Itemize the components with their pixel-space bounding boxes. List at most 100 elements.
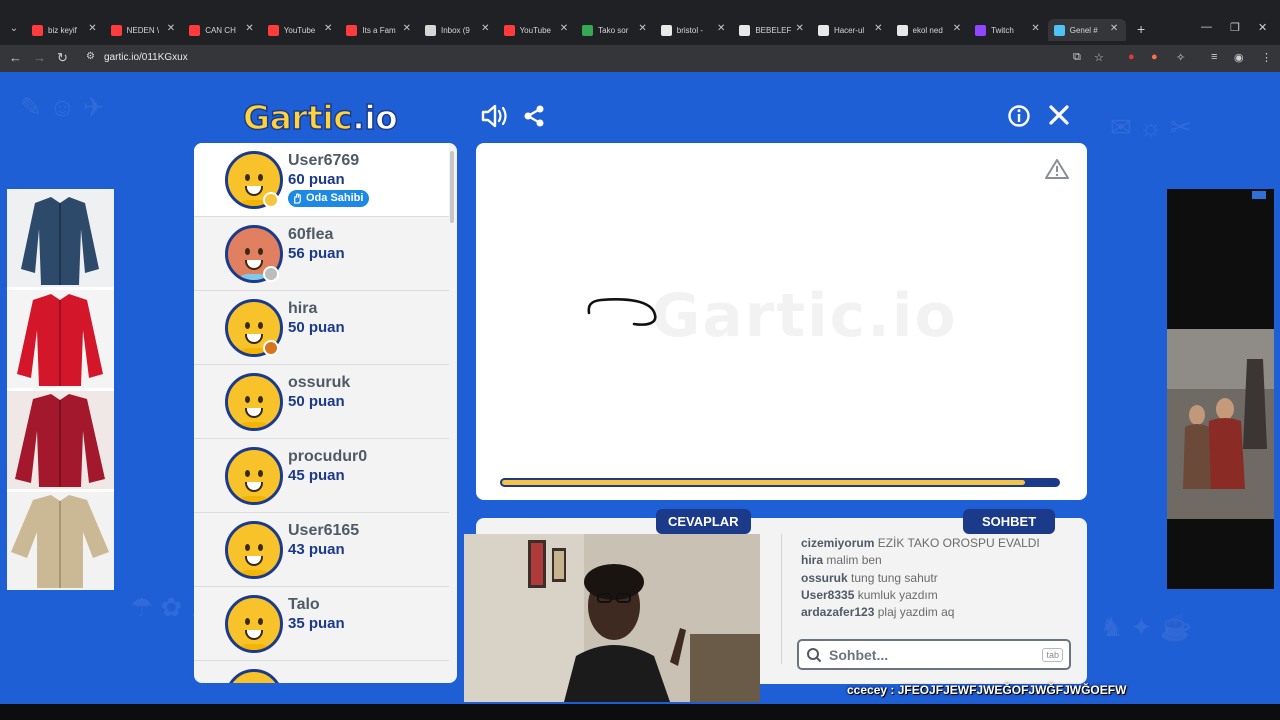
browser-tab[interactable]: Inbox (9 ✕: [419, 19, 498, 41]
minimize-icon[interactable]: —: [1201, 21, 1212, 33]
tab-title: Hacer-ul: [833, 25, 865, 35]
bookmark-star-icon[interactable]: ☆: [1094, 51, 1104, 64]
player-row[interactable]: 60flea 56 puan: [194, 217, 449, 291]
ad-jacket-image[interactable]: [7, 492, 114, 590]
browser-tab[interactable]: Genel # ✕: [1047, 19, 1127, 41]
ad-jacket-image[interactable]: [7, 391, 114, 489]
drawing-canvas[interactable]: Gartic.io: [476, 143, 1087, 500]
browser-tab[interactable]: Its a Fam ✕: [340, 19, 419, 41]
tab-favicon-icon: [503, 24, 515, 36]
player-score: 50 puan: [288, 393, 345, 410]
close-icon[interactable]: [1048, 104, 1070, 126]
tab-close-icon[interactable]: ✕: [1031, 23, 1039, 34]
tab-close-icon[interactable]: ✕: [1110, 23, 1118, 34]
sound-icon[interactable]: [480, 104, 508, 128]
share-icon[interactable]: [522, 104, 546, 128]
url-text[interactable]: gartic.io/011KGxux: [104, 52, 188, 63]
chat-message-text: tung tung sahutr: [851, 570, 938, 585]
player-avatar: [225, 521, 283, 579]
answers-tab[interactable]: CEVAPLAR: [656, 509, 751, 534]
tab-close-icon[interactable]: ✕: [481, 23, 489, 34]
tab-close-icon[interactable]: ✕: [167, 23, 175, 34]
player-row[interactable]: procudur0 45 puan: [194, 439, 449, 513]
tab-title: BEBELEF: [755, 25, 792, 35]
chat-message-user: hira: [801, 553, 824, 568]
browser-tab[interactable]: Tako sor ✕: [576, 19, 655, 41]
tab-close-icon[interactable]: ✕: [796, 23, 804, 34]
chat-input[interactable]: [829, 646, 1029, 664]
player-row[interactable]: User6769 60 puan Oda Sahibi: [194, 143, 449, 217]
player-name: Talo: [288, 596, 320, 613]
reading-list-icon[interactable]: ≡: [1211, 51, 1217, 63]
browser-tab[interactable]: BEBELEF ✕: [733, 19, 812, 41]
player-avatar: [225, 447, 283, 505]
chat-message: User8335 kumluk yazdım: [801, 588, 1071, 605]
browser-tab[interactable]: NEDEN \ ✕: [105, 19, 184, 41]
browser-menu-icon[interactable]: ⋮: [1261, 51, 1272, 64]
player-avatar: [225, 373, 283, 431]
info-icon[interactable]: [1007, 104, 1031, 128]
player-status-dot: [263, 340, 279, 356]
tab-close-icon[interactable]: ✕: [324, 23, 332, 34]
tab-favicon-icon: [267, 24, 279, 36]
player-score: 45 puan: [288, 467, 345, 484]
tab-close-icon[interactable]: ✕: [953, 23, 961, 34]
tab-close-icon[interactable]: ✕: [560, 23, 568, 34]
player-row[interactable]: Talo 35 puan: [194, 587, 449, 661]
extension-icon[interactable]: ●: [1128, 51, 1135, 63]
chat-message-text: EZİK TAKO OROSPU EVALDI: [877, 536, 1040, 550]
window-close-icon[interactable]: ✕: [1258, 21, 1267, 34]
gartic-logo[interactable]: Gartic.io: [242, 97, 398, 138]
restore-icon[interactable]: ❐: [1230, 21, 1240, 34]
install-app-icon[interactable]: ⧉: [1073, 51, 1081, 64]
tab-title: YouTube: [519, 25, 551, 35]
tab-title: Its a Fam: [362, 25, 396, 35]
chat-tab[interactable]: SOHBET: [963, 509, 1056, 534]
reload-icon[interactable]: ↻: [57, 50, 68, 66]
browser-tab[interactable]: YouTube ✕: [498, 19, 577, 41]
extensions-puzzle-icon[interactable]: ✧: [1176, 51, 1185, 64]
site-settings-icon[interactable]: ⚙: [86, 51, 95, 62]
tab-close-icon[interactable]: ✕: [874, 23, 882, 34]
tab-search-icon[interactable]: ⌄: [6, 20, 22, 38]
forward-icon[interactable]: →: [33, 50, 46, 65]
player-row[interactable]: [194, 661, 449, 683]
new-tab-icon[interactable]: +: [1137, 21, 1145, 37]
browser-tab[interactable]: CAN CH ✕: [183, 19, 262, 41]
browser-tab[interactable]: biz keyif ✕: [26, 19, 105, 41]
right-ad-banner[interactable]: [1167, 189, 1274, 589]
player-row[interactable]: User6165 43 puan: [194, 513, 449, 587]
tab-close-icon[interactable]: ✕: [717, 23, 725, 34]
doodle-pattern: ♞ ✦ ☕: [1100, 612, 1192, 642]
player-row[interactable]: hira 50 puan: [194, 291, 449, 365]
tab-close-icon[interactable]: ✕: [88, 23, 96, 34]
ad-jacket-image[interactable]: [7, 189, 114, 287]
tab-title: biz keyif: [48, 25, 77, 35]
browser-tab[interactable]: Hacer-ul ✕: [812, 19, 891, 41]
player-name: 60flea: [288, 226, 334, 243]
browser-tab[interactable]: Twitch ✕: [969, 19, 1048, 41]
ad-jacket-image[interactable]: [7, 290, 114, 388]
chat-message-user: ardazafer123: [801, 605, 875, 620]
address-field[interactable]: [80, 48, 1120, 69]
left-ad-banner[interactable]: [7, 189, 114, 590]
browser-tab[interactable]: bristol - ✕: [655, 19, 734, 41]
tab-close-icon[interactable]: ✕: [245, 23, 253, 34]
round-timer-bar: [500, 478, 1060, 487]
tab-favicon-icon: [582, 24, 594, 36]
tab-favicon-icon: [32, 24, 43, 36]
chat-input-box[interactable]: tab: [797, 639, 1071, 670]
browser-tab[interactable]: YouTube ✕: [262, 19, 341, 41]
browser-tab[interactable]: ekol ned ✕: [891, 19, 970, 41]
players-scrollbar[interactable]: [450, 151, 454, 223]
back-icon[interactable]: ←: [9, 50, 22, 65]
screen-bottom-edge: [0, 704, 1280, 720]
streamer-webcam: [464, 534, 760, 702]
extension-icon[interactable]: ●: [1151, 51, 1158, 63]
ad-photo-image[interactable]: [1167, 189, 1274, 589]
tab-close-icon[interactable]: ✕: [638, 23, 646, 34]
player-avatar: [225, 669, 283, 683]
profile-avatar-icon[interactable]: ◉: [1234, 51, 1244, 64]
tab-close-icon[interactable]: ✕: [403, 23, 411, 34]
player-row[interactable]: ossuruk 50 puan: [194, 365, 449, 439]
